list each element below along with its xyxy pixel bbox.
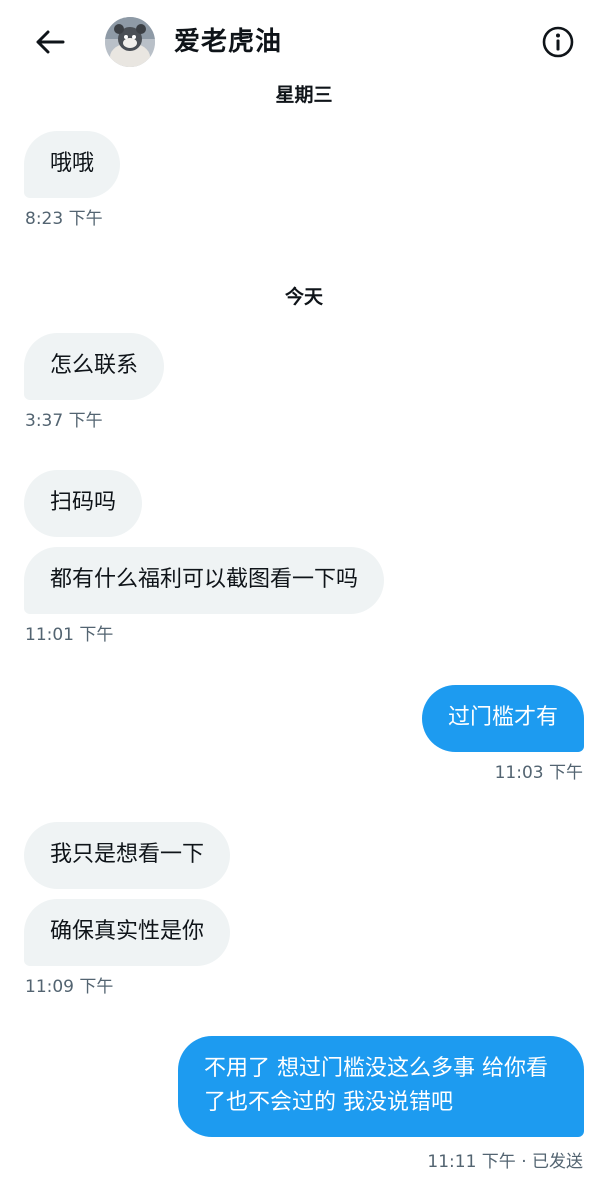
arrow-left-icon	[36, 30, 65, 54]
incoming-message[interactable]: 扫码吗	[24, 470, 143, 537]
incoming-message[interactable]: 都有什么福利可以截图看一下吗	[24, 547, 385, 614]
incoming-message[interactable]: 怎么联系	[24, 333, 165, 400]
info-circle-icon	[542, 26, 574, 58]
message-timestamp: 11:01 下午	[25, 625, 114, 645]
outgoing-message[interactable]: 过门槛才有	[421, 685, 584, 752]
incoming-message[interactable]: 确保真实性是你	[24, 899, 231, 966]
avatar-image	[105, 17, 155, 67]
info-button[interactable]	[535, 20, 581, 64]
date-separator: 今天	[284, 286, 323, 308]
conversation-header: 爱老虎油	[0, 0, 608, 84]
contact-name[interactable]: 爱老虎油	[174, 24, 282, 60]
avatar[interactable]	[105, 17, 155, 67]
outgoing-message[interactable]: 不用了 想过门槛没这么多事 给你看 了也不会过的 我没说错吧	[178, 1036, 584, 1137]
date-separator: 星期三	[275, 84, 333, 106]
message-timestamp: 8:23 下午	[25, 209, 103, 229]
incoming-message[interactable]: 我只是想看一下	[24, 822, 231, 889]
message-status: 11:11 下午 · 已发送	[427, 1152, 583, 1172]
message-timestamp: 11:03 下午	[494, 763, 583, 783]
message-timestamp: 11:09 下午	[25, 977, 114, 997]
message-timestamp: 3:37 下午	[25, 411, 103, 431]
incoming-message[interactable]: 哦哦	[24, 131, 121, 198]
back-button[interactable]	[26, 22, 74, 62]
